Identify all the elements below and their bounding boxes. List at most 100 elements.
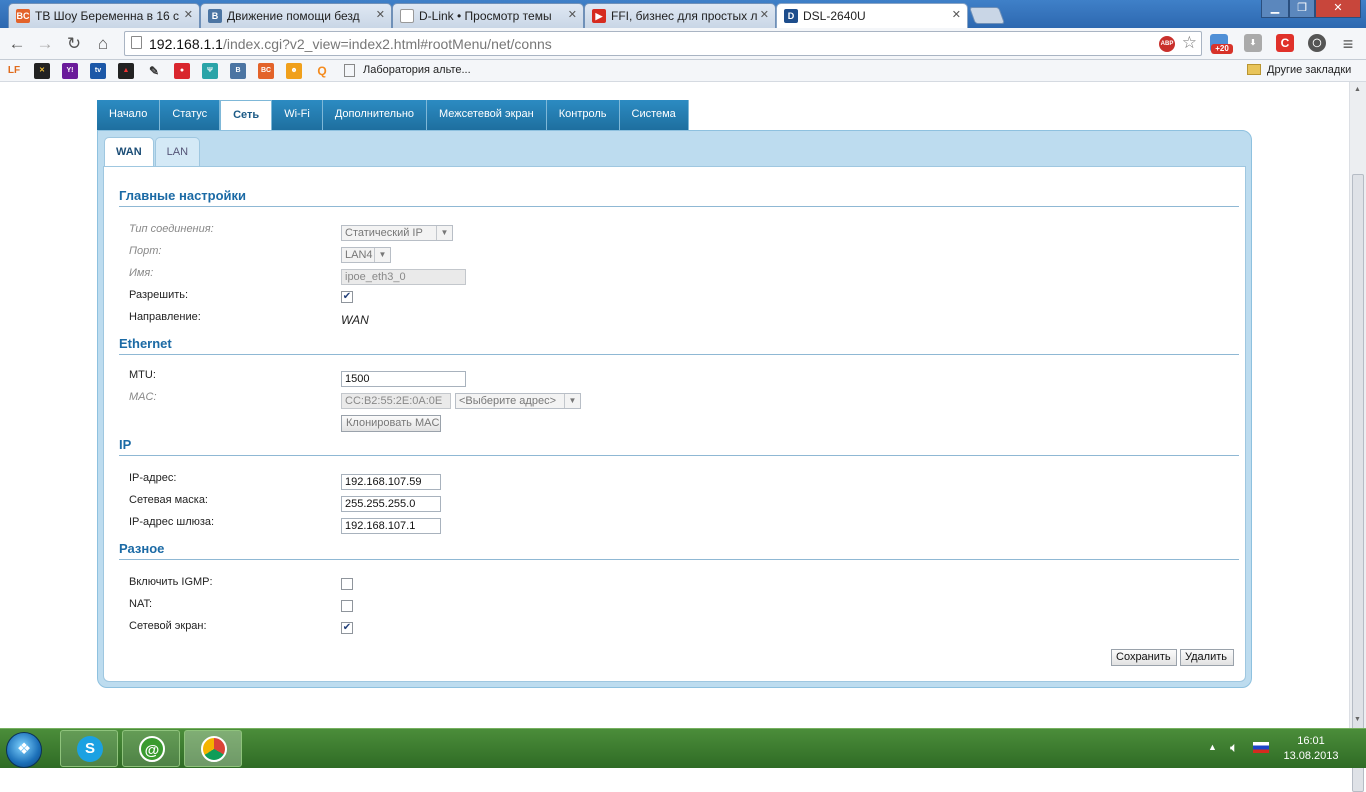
bc-bookmark-icon[interactable]: BC: [258, 63, 274, 79]
ip-address-label: IP-адрес:: [129, 472, 177, 484]
bookmark-folder-label[interactable]: Лаборатория альте...: [363, 64, 471, 76]
game-bookmark-icon[interactable]: ✕: [34, 63, 50, 79]
vk-bookmark-icon[interactable]: B: [230, 63, 246, 79]
yahoo-bookmark-icon[interactable]: Y!: [62, 63, 78, 79]
subtab-wan[interactable]: WAN: [104, 137, 154, 167]
clone-mac-button[interactable]: Клонировать MAC: [341, 415, 441, 432]
system-clock[interactable]: 16:01 13.08.2013: [1280, 734, 1342, 764]
close-tab-icon[interactable]: ✕: [568, 8, 577, 21]
minimize-window-button[interactable]: ▁: [1261, 0, 1289, 18]
reload-icon[interactable]: ↻: [63, 33, 85, 55]
taskbar-chrome[interactable]: [184, 730, 242, 767]
lf-bookmark-icon[interactable]: LF: [6, 63, 22, 79]
browser-tab-3[interactable]: D-Link • Просмотр темы ✕: [392, 3, 584, 28]
save-button[interactable]: Сохранить: [1111, 649, 1177, 666]
start-button[interactable]: ❖: [6, 732, 42, 768]
fruit-bookmark-icon[interactable]: ●: [174, 63, 190, 79]
enable-checkbox[interactable]: ✔: [341, 291, 353, 303]
tab-title: Движение помощи безд: [227, 9, 360, 23]
delete-button[interactable]: Удалить: [1180, 649, 1234, 666]
tab-title: DSL-2640U: [803, 9, 866, 23]
firewall-checkbox[interactable]: ✔: [341, 622, 353, 634]
menu-tab-wifi[interactable]: Wi-Fi: [272, 100, 323, 130]
folder-icon: [1247, 64, 1261, 75]
browser-tab-1[interactable]: BC ТВ Шоу Беременна в 16 с ✕: [8, 3, 200, 28]
close-tab-icon[interactable]: ✕: [760, 8, 769, 21]
wan-form: Главные настройки Тип соединения: Статич…: [103, 166, 1246, 682]
firewall-label: Сетевой экран:: [129, 620, 207, 632]
mac-address-select[interactable]: <Выберите адрес> ▼: [455, 393, 581, 409]
menu-wrench-icon[interactable]: ≡: [1337, 33, 1359, 55]
browser-tab-active[interactable]: D DSL-2640U ✕: [776, 3, 968, 28]
menu-tab-firewall[interactable]: Межсетевой экран: [427, 100, 547, 130]
chevron-down-icon: ▼: [374, 248, 390, 262]
section-ethernet: Ethernet: [119, 336, 1239, 355]
page-scrollbar[interactable]: ▲ ▼: [1349, 82, 1366, 792]
taskbar-mail-agent[interactable]: @: [122, 730, 180, 767]
opera-extension-icon[interactable]: ◯: [1308, 34, 1326, 52]
igmp-checkbox[interactable]: [341, 578, 353, 590]
chevron-down-icon: ▼: [436, 226, 452, 240]
browser-tab-2[interactable]: B Движение помощи безд ✕: [200, 3, 392, 28]
tree-bookmark-icon[interactable]: Ψ: [202, 63, 218, 79]
menu-tab-status[interactable]: Статус: [160, 100, 221, 130]
subtab-lan[interactable]: LAN: [154, 137, 201, 167]
url-text: 192.168.1.1/index.cgi?v2_view=index2.htm…: [149, 36, 552, 52]
q-bookmark-icon[interactable]: Q: [314, 63, 330, 79]
language-flag-icon[interactable]: [1253, 742, 1269, 753]
gateway-input[interactable]: 192.168.107.1: [341, 518, 441, 534]
menu-tab-system[interactable]: Система: [619, 100, 689, 130]
port-label: Порт:: [129, 245, 162, 257]
main-menu: Начало Статус Сеть Wi-Fi Дополнительно М…: [97, 100, 689, 130]
close-tab-icon[interactable]: ✕: [376, 8, 385, 21]
adblock-icon[interactable]: ABP: [1159, 36, 1175, 52]
browser-toolbar: ← → ↻ ⌂ 192.168.1.1/index.cgi?v2_view=in…: [0, 28, 1366, 60]
other-bookmarks[interactable]: Другие закладки: [1267, 64, 1351, 76]
menu-tab-network[interactable]: Сеть: [220, 100, 273, 130]
people-bookmark-icon[interactable]: ☻: [286, 63, 302, 79]
scroll-down-icon[interactable]: ▼: [1354, 716, 1361, 723]
back-arrow-icon[interactable]: ←: [6, 33, 28, 55]
close-tab-icon[interactable]: ✕: [952, 8, 961, 21]
enable-label: Разрешить:: [129, 289, 189, 301]
volume-icon[interactable]: 🔈︎: [1230, 739, 1238, 756]
menu-tab-advanced[interactable]: Дополнительно: [322, 100, 428, 130]
c-extension-icon[interactable]: C: [1276, 34, 1294, 52]
taskbar-skype[interactable]: S: [60, 730, 118, 767]
ip-address-input[interactable]: 192.168.107.59: [341, 474, 441, 490]
menu-tab-start[interactable]: Начало: [97, 100, 161, 130]
netmask-label: Сетевая маска:: [129, 494, 208, 506]
close-window-button[interactable]: ✕: [1315, 0, 1361, 18]
clip-bookmark-icon[interactable]: ✎: [146, 63, 162, 79]
menu-tab-control[interactable]: Контроль: [546, 100, 620, 130]
scrollbar-thumb[interactable]: [1352, 174, 1364, 792]
vk-favicon-icon: B: [208, 9, 222, 23]
scroll-up-icon[interactable]: ▲: [1354, 86, 1361, 93]
direction-label: Направление:: [129, 311, 201, 323]
new-tab-button[interactable]: [968, 7, 1006, 24]
mtu-input[interactable]: 1500: [341, 371, 466, 387]
close-tab-icon[interactable]: ✕: [184, 8, 193, 21]
settings-panel: WAN LAN Главные настройки Тип соединения…: [97, 130, 1252, 688]
red-bookmark-icon[interactable]: ▲: [118, 63, 134, 79]
sub-tabs: WAN LAN: [104, 137, 201, 167]
bookmark-star-icon[interactable]: ☆: [1182, 33, 1197, 53]
tray-arrow-icon[interactable]: ▲: [1208, 742, 1217, 752]
connection-type-select[interactable]: Статический IP ▼: [341, 225, 453, 241]
tv-bookmark-icon[interactable]: tv: [90, 63, 106, 79]
mac-label: MAC:: [129, 391, 157, 403]
nat-checkbox[interactable]: [341, 600, 353, 612]
port-select[interactable]: LAN4 ▼: [341, 247, 391, 263]
section-misc: Разное: [119, 541, 1239, 560]
mac-field[interactable]: CC:B2:55:2E:0A:0E: [341, 393, 451, 409]
home-icon[interactable]: ⌂: [92, 33, 114, 55]
address-bar[interactable]: 192.168.1.1/index.cgi?v2_view=index2.htm…: [124, 31, 1202, 56]
forward-arrow-icon[interactable]: →: [34, 33, 56, 55]
browser-tab-4[interactable]: ▶ FFI, бизнес для простых л ✕: [584, 3, 776, 28]
tab-title: ТВ Шоу Беременна в 16 с: [35, 9, 180, 23]
router-page: Начало Статус Сеть Wi-Fi Дополнительно М…: [0, 82, 1349, 728]
download-extension-icon[interactable]: ⬇: [1244, 34, 1262, 52]
maximize-window-button[interactable]: ❐: [1289, 0, 1315, 18]
netmask-input[interactable]: 255.255.255.0: [341, 496, 441, 512]
name-field[interactable]: ipoe_eth3_0: [341, 269, 466, 285]
